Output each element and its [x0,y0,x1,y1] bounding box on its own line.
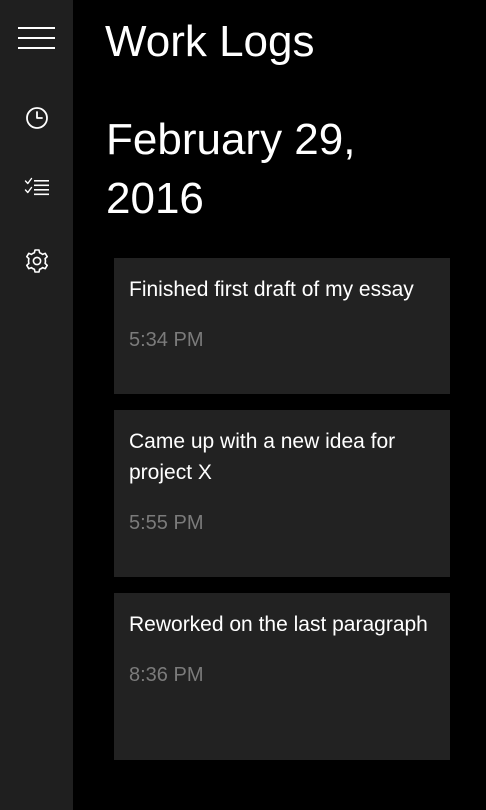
log-entry-time: 5:34 PM [129,329,204,351]
date-heading: February 29, 2016 [106,115,356,223]
hamburger-menu-button[interactable] [0,14,73,62]
log-entry-card[interactable]: Finished first draft of my essay 5:34 PM [114,258,450,394]
checklist-icon [24,177,49,196]
log-entry-card[interactable]: Reworked on the last paragraph 8:36 PM [114,593,450,760]
app-title: Work Logs [105,17,315,66]
log-entry-time: 8:36 PM [129,664,204,686]
log-entry-text: Finished first draft of my essay [129,278,414,301]
hamburger-menu-icon [17,27,55,49]
log-list: Finished first draft of my essay 5:34 PM… [114,258,450,776]
clock-icon [25,107,48,129]
sidebar-item-history[interactable] [0,94,73,142]
sidebar-item-tasks[interactable] [0,164,73,212]
gear-icon [25,249,48,273]
log-entry-time: 5:55 PM [129,512,204,534]
sidebar-item-settings[interactable] [0,237,73,285]
sidebar [0,0,73,810]
main-content: Work Logs February 29, 2016 Finished fir… [73,0,486,810]
log-entry-text: Came up with a new idea for project X [129,430,396,484]
log-entry-text: Reworked on the last paragraph [129,613,428,636]
log-entry-card[interactable]: Came up with a new idea for project X 5:… [114,410,450,577]
